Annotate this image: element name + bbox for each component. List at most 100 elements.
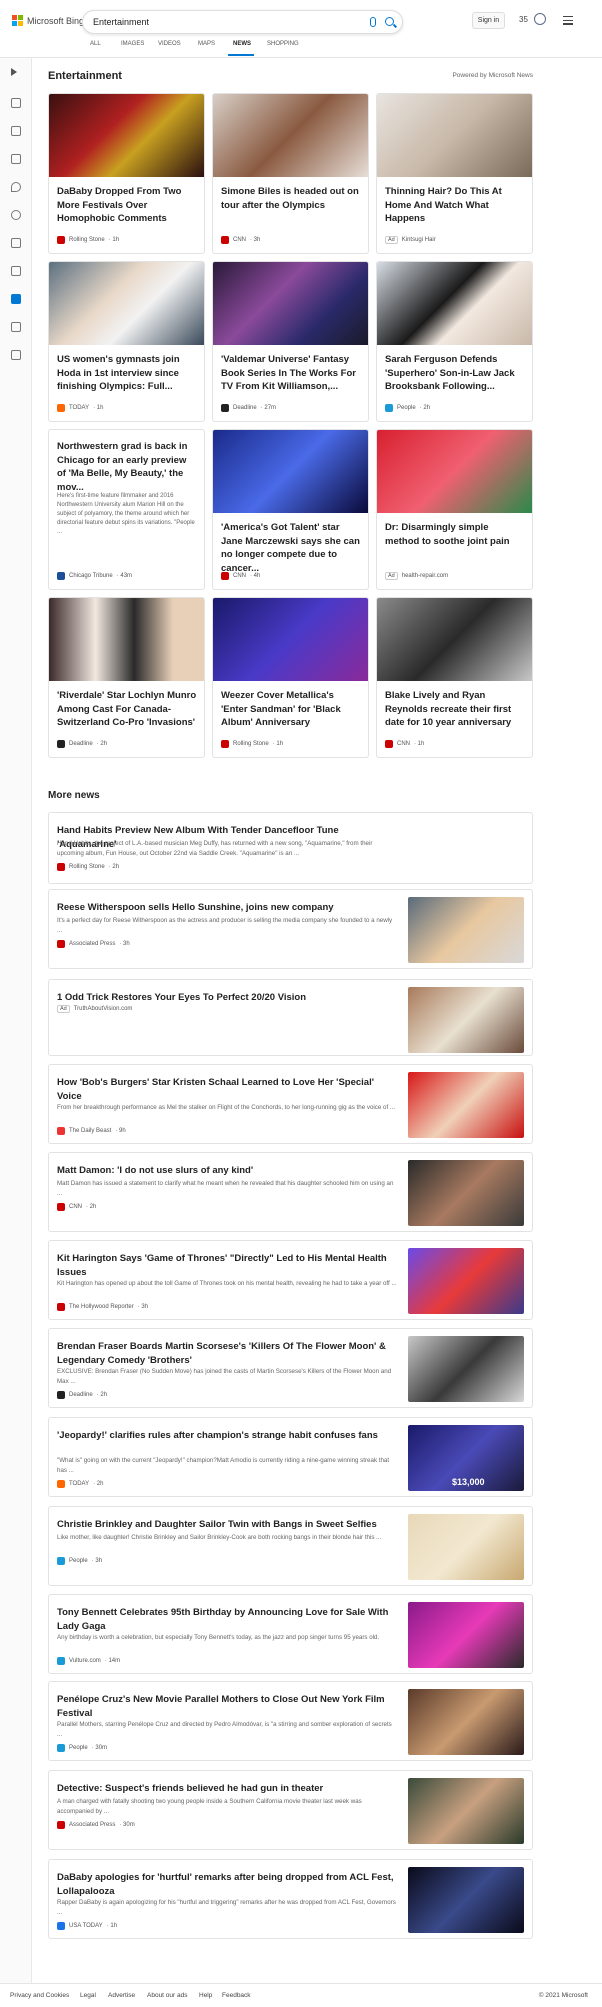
news-list-item[interactable]: Kit Harington Says 'Game of Thrones' "Di… bbox=[48, 1240, 533, 1320]
card-image[interactable] bbox=[213, 598, 368, 681]
card-title[interactable]: US women's gymnasts join Hoda in 1st int… bbox=[57, 353, 197, 394]
card-source[interactable]: Rolling Stone · 1h bbox=[57, 236, 119, 244]
item-thumbnail[interactable] bbox=[408, 987, 524, 1053]
item-thumbnail[interactable] bbox=[408, 1072, 524, 1138]
item-source[interactable]: CNN · 2h bbox=[57, 1203, 96, 1211]
card-image[interactable] bbox=[377, 430, 532, 513]
item-source[interactable]: Deadline · 2h bbox=[57, 1391, 107, 1399]
item-thumbnail[interactable] bbox=[408, 1248, 524, 1314]
search-input[interactable]: Entertainment bbox=[93, 17, 149, 27]
news-list-item[interactable]: Hand Habits Preview New Album With Tende… bbox=[48, 812, 533, 884]
item-title[interactable]: Brendan Fraser Boards Martin Scorsese's … bbox=[57, 1340, 397, 1368]
card-title[interactable]: 'Valdemar Universe' Fantasy Book Series … bbox=[221, 353, 361, 394]
tab-videos[interactable]: VIDEOS bbox=[158, 41, 181, 47]
card-source[interactable]: Deadline · 27m bbox=[221, 404, 276, 412]
item-thumbnail[interactable] bbox=[408, 1867, 524, 1933]
footer-link[interactable]: Feedback bbox=[222, 1992, 251, 1999]
item-title[interactable]: Kit Harington Says 'Game of Thrones' "Di… bbox=[57, 1252, 397, 1280]
news-card[interactable]: Sarah Ferguson Defends 'Superhero' Son-i… bbox=[376, 261, 533, 422]
news-card[interactable]: 'Valdemar Universe' Fantasy Book Series … bbox=[212, 261, 369, 422]
card-source[interactable]: CNN · 3h bbox=[221, 236, 260, 244]
item-source[interactable]: TODAY · 2h bbox=[57, 1480, 103, 1488]
item-source[interactable]: Ad TruthAboutVision.com bbox=[57, 1005, 132, 1013]
bank-icon[interactable] bbox=[11, 322, 21, 332]
item-thumbnail[interactable] bbox=[408, 1160, 524, 1226]
card-source[interactable]: Ad Kintsugi Hair bbox=[385, 236, 436, 244]
news-list-item[interactable]: DaBaby apologies for 'hurtful' remarks a… bbox=[48, 1859, 533, 1939]
card-title[interactable]: 'America's Got Talent' star Jane Marczew… bbox=[221, 521, 361, 575]
item-thumbnail[interactable] bbox=[408, 1689, 524, 1755]
powered-by[interactable]: Powered by Microsoft News bbox=[452, 72, 533, 79]
card-image[interactable] bbox=[49, 598, 204, 681]
card-source[interactable]: Deadline · 2h bbox=[57, 740, 107, 748]
news-list-item[interactable]: Tony Bennett Celebrates 95th Birthday by… bbox=[48, 1594, 533, 1674]
card-image[interactable] bbox=[213, 94, 368, 177]
item-source[interactable]: The Hollywood Reporter · 3h bbox=[57, 1303, 148, 1311]
footer-link[interactable]: Privacy and Cookies bbox=[10, 1992, 69, 1999]
news-card[interactable]: Thinning Hair? Do This At Home And Watch… bbox=[376, 93, 533, 254]
card-icon[interactable] bbox=[11, 350, 21, 360]
card-source[interactable]: Chicago Tribune · 43m bbox=[57, 572, 132, 580]
expand-icon[interactable] bbox=[11, 68, 17, 76]
card-source[interactable]: Ad health-repair.com bbox=[385, 572, 448, 580]
card-title[interactable]: Simone Biles is headed out on tour after… bbox=[221, 185, 361, 212]
rewards-points[interactable]: 35 bbox=[519, 15, 528, 24]
news-list-item[interactable]: 1 Odd Trick Restores Your Eyes To Perfec… bbox=[48, 979, 533, 1056]
item-thumbnail[interactable] bbox=[408, 1602, 524, 1668]
tab-images[interactable]: IMAGES bbox=[121, 41, 144, 47]
rewards-icon[interactable] bbox=[534, 13, 546, 25]
card-title[interactable]: Sarah Ferguson Defends 'Superhero' Son-i… bbox=[385, 353, 525, 394]
card-image[interactable] bbox=[49, 262, 204, 345]
tab-all[interactable]: ALL bbox=[90, 41, 101, 47]
footer-link[interactable]: About our ads bbox=[147, 1992, 187, 1999]
card-source[interactable]: CNN · 1h bbox=[385, 740, 424, 748]
item-source[interactable]: The Daily Beast · 9h bbox=[57, 1127, 126, 1135]
item-source[interactable]: People · 30m bbox=[57, 1744, 107, 1752]
item-source[interactable]: USA TODAY · 1h bbox=[57, 1922, 117, 1930]
item-title[interactable]: Penélope Cruz's New Movie Parallel Mothe… bbox=[57, 1693, 397, 1721]
card-image[interactable] bbox=[213, 430, 368, 513]
news-list-item[interactable]: Brendan Fraser Boards Martin Scorsese's … bbox=[48, 1328, 533, 1408]
bing-logo[interactable]: Microsoft Bing bbox=[12, 15, 84, 26]
card-source[interactable]: Rolling Stone · 1h bbox=[221, 740, 283, 748]
menu-icon[interactable] bbox=[563, 16, 573, 27]
news-card[interactable]: Weezer Cover Metallica's 'Enter Sandman'… bbox=[212, 597, 369, 758]
card-image[interactable] bbox=[49, 94, 204, 177]
tools-icon[interactable] bbox=[11, 126, 21, 136]
card-title[interactable]: Weezer Cover Metallica's 'Enter Sandman'… bbox=[221, 689, 361, 730]
item-source[interactable]: Associated Press · 3h bbox=[57, 940, 130, 948]
tab-shopping[interactable]: SHOPPING bbox=[267, 41, 299, 47]
card-image[interactable] bbox=[377, 598, 532, 681]
news-card[interactable]: Blake Lively and Ryan Reynolds recreate … bbox=[376, 597, 533, 758]
news-card[interactable]: US women's gymnasts join Hoda in 1st int… bbox=[48, 261, 205, 422]
card-image[interactable] bbox=[377, 94, 532, 177]
news-list-item[interactable]: How 'Bob's Burgers' Star Kristen Schaal … bbox=[48, 1064, 533, 1144]
item-source[interactable]: People · 3h bbox=[57, 1557, 102, 1565]
footer-link[interactable]: Legal bbox=[80, 1992, 96, 1999]
item-thumbnail[interactable] bbox=[408, 1336, 524, 1402]
rocket-icon[interactable] bbox=[11, 266, 21, 276]
sign-in-button[interactable]: Sign in bbox=[472, 12, 505, 29]
item-title[interactable]: Christie Brinkley and Daughter Sailor Tw… bbox=[57, 1518, 397, 1532]
news-list-item[interactable]: 'Jeopardy!' clarifies rules after champi… bbox=[48, 1417, 533, 1497]
news-list-item[interactable]: Matt Damon: 'I do not use slurs of any k… bbox=[48, 1152, 533, 1232]
news-card[interactable]: 'Riverdale' Star Lochlyn Munro Among Cas… bbox=[48, 597, 205, 758]
item-title[interactable]: Reese Witherspoon sells Hello Sunshine, … bbox=[57, 901, 397, 915]
news-card[interactable]: Dr: Disarmingly simple method to soothe … bbox=[376, 429, 533, 590]
card-title[interactable]: DaBaby Dropped From Two More Festivals O… bbox=[57, 185, 197, 226]
news-list-item[interactable]: Christie Brinkley and Daughter Sailor Tw… bbox=[48, 1506, 533, 1586]
item-thumbnail[interactable] bbox=[408, 1778, 524, 1844]
item-source[interactable]: Associated Press · 30m bbox=[57, 1821, 135, 1829]
item-source[interactable]: Vulture.com · 14m bbox=[57, 1657, 120, 1665]
footer-link[interactable]: Advertise bbox=[108, 1992, 135, 1999]
card-image[interactable] bbox=[377, 262, 532, 345]
tab-maps[interactable]: MAPS bbox=[198, 41, 215, 47]
home-icon[interactable] bbox=[11, 98, 21, 108]
card-title[interactable]: Dr: Disarmingly simple method to soothe … bbox=[385, 521, 525, 548]
footer-link[interactable]: Help bbox=[199, 1992, 212, 1999]
item-title[interactable]: DaBaby apologies for 'hurtful' remarks a… bbox=[57, 1871, 397, 1899]
news-card[interactable]: Northwestern grad is back in Chicago for… bbox=[48, 429, 205, 590]
search-icon[interactable] bbox=[385, 17, 394, 26]
item-title[interactable]: Tony Bennett Celebrates 95th Birthday by… bbox=[57, 1606, 397, 1634]
item-thumbnail[interactable] bbox=[408, 897, 524, 963]
